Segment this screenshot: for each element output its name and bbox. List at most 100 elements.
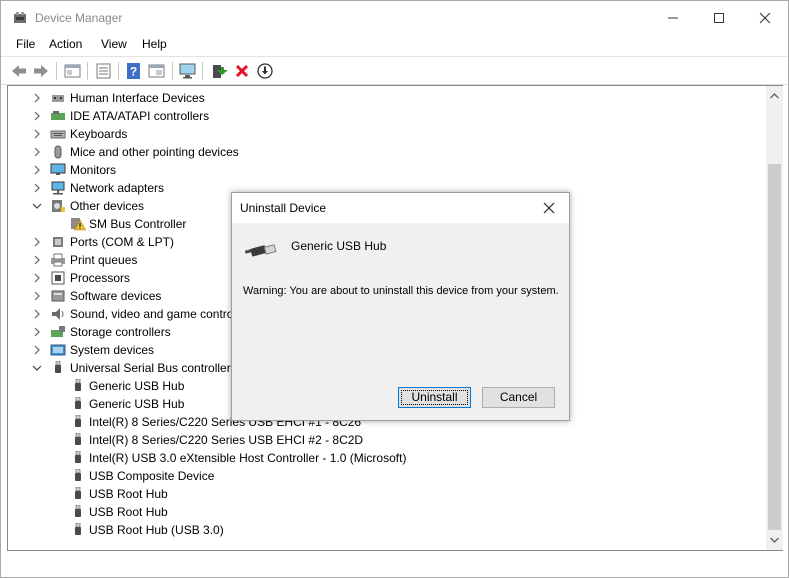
scrollbar-thumb[interactable] (768, 164, 781, 530)
device-item[interactable]: USB Root Hub (8, 503, 764, 521)
scroll-down-icon (770, 537, 779, 543)
device-label: Software devices (70, 289, 162, 303)
menu-file[interactable]: File (16, 37, 35, 51)
printer-icon (50, 253, 66, 267)
expand-toggle[interactable] (32, 251, 42, 269)
chevron-right-icon (34, 309, 40, 319)
device-label: Mice and other pointing devices (70, 145, 239, 159)
toolbar-separator (118, 62, 119, 80)
warning-device-icon (70, 217, 87, 231)
cancel-label: Cancel (499, 390, 538, 404)
toolbar: ? (1, 56, 788, 85)
device-item[interactable]: USB Root Hub (USB 3.0) (8, 521, 764, 539)
chevron-right-icon (34, 129, 40, 139)
device-item[interactable]: Intel(R) 8 Series/C220 Series USB EHCI #… (8, 431, 764, 449)
device-label: Monitors (70, 163, 117, 177)
scan-hardware-button[interactable] (178, 61, 198, 81)
device-item[interactable]: USB Composite Device (8, 467, 764, 485)
usb-controller-icon (50, 360, 66, 375)
other-devices-icon (50, 199, 66, 213)
close-icon (759, 12, 771, 24)
maximize-button[interactable] (696, 1, 742, 34)
storage-icon (50, 325, 66, 339)
usb-icon (70, 504, 86, 519)
chevron-right-icon (34, 93, 40, 103)
focus-indicator (401, 390, 468, 405)
toolbar-separator (202, 62, 203, 80)
show-hidden-button[interactable] (63, 61, 83, 81)
device-label: System devices (70, 343, 155, 357)
menu-view[interactable]: View (101, 37, 127, 51)
usb-icon (70, 486, 86, 501)
device-label: Generic USB Hub (89, 397, 185, 411)
collapse-toggle[interactable] (32, 359, 42, 377)
device-category[interactable]: Monitors (8, 161, 764, 179)
device-label: USB Root Hub (USB 3.0) (89, 523, 224, 537)
toolbar-separator (172, 62, 173, 80)
expand-toggle[interactable] (32, 323, 42, 341)
forward-button[interactable] (31, 61, 51, 81)
dialog-title-bar[interactable]: Uninstall Device (232, 193, 569, 223)
device-label: Intel(R) 8 Series/C220 Series USB EHCI #… (89, 433, 364, 447)
update-driver-button[interactable] (209, 61, 229, 81)
device-label: Keyboards (70, 127, 128, 141)
device-category[interactable]: IDE ATA/ATAPI controllers (8, 107, 764, 125)
expand-toggle[interactable] (32, 161, 42, 179)
view-button[interactable] (147, 61, 167, 81)
expand-toggle[interactable] (32, 287, 42, 305)
device-category[interactable]: Human Interface Devices (8, 89, 764, 107)
usb-icon (70, 468, 86, 483)
processor-icon (50, 271, 66, 285)
chevron-right-icon (34, 273, 40, 283)
uninstall-button[interactable] (232, 61, 252, 81)
ide-icon (50, 109, 66, 123)
menu-bar: File Action View Help (1, 34, 788, 55)
properties-button[interactable] (94, 61, 114, 81)
uninstall-confirm-button[interactable]: Uninstall (398, 387, 471, 408)
minimize-button[interactable] (650, 1, 696, 34)
scroll-up-icon (770, 93, 779, 99)
forward-icon (34, 65, 48, 77)
expand-toggle[interactable] (32, 233, 42, 251)
dialog-warning-text: Warning: You are about to uninstall this… (243, 285, 559, 297)
window-title: Device Manager (35, 11, 123, 25)
expand-toggle[interactable] (32, 269, 42, 287)
minimize-icon (668, 17, 678, 19)
close-window-button[interactable] (742, 1, 788, 34)
expand-toggle[interactable] (32, 341, 42, 359)
usb-icon (70, 414, 86, 429)
expand-toggle[interactable] (32, 107, 42, 125)
status-bar (1, 553, 788, 577)
expand-toggle[interactable] (32, 89, 42, 107)
expand-toggle[interactable] (32, 305, 42, 323)
device-label: USB Root Hub (89, 487, 168, 501)
toolbar-separator (56, 62, 57, 80)
device-label: Intel(R) USB 3.0 eXtensible Host Control… (89, 451, 407, 465)
collapse-toggle[interactable] (32, 197, 42, 215)
close-icon (543, 202, 555, 214)
cancel-button[interactable]: Cancel (482, 387, 555, 408)
title-bar[interactable]: Device Manager (1, 1, 788, 34)
device-category[interactable]: Mice and other pointing devices (8, 143, 764, 161)
chevron-right-icon (34, 111, 40, 121)
menu-help[interactable]: Help (142, 37, 167, 51)
device-label: USB Root Hub (89, 505, 168, 519)
expand-toggle[interactable] (32, 125, 42, 143)
back-button[interactable] (9, 61, 29, 81)
chevron-right-icon (34, 165, 40, 175)
device-category[interactable]: Keyboards (8, 125, 764, 143)
device-item[interactable]: Intel(R) USB 3.0 eXtensible Host Control… (8, 449, 764, 467)
dialog-close-button[interactable] (542, 201, 556, 215)
chevron-down-icon (32, 365, 42, 371)
mouse-icon (50, 145, 66, 159)
expand-toggle[interactable] (32, 143, 42, 161)
update-driver-icon (213, 65, 228, 78)
chevron-right-icon (34, 255, 40, 265)
show-hidden-icon (64, 64, 81, 78)
expand-toggle[interactable] (32, 179, 42, 197)
menu-action[interactable]: Action (49, 37, 82, 51)
help-button[interactable]: ? (124, 61, 144, 81)
vertical-scrollbar[interactable] (766, 85, 783, 551)
disable-button[interactable] (255, 61, 275, 81)
device-item[interactable]: USB Root Hub (8, 485, 764, 503)
